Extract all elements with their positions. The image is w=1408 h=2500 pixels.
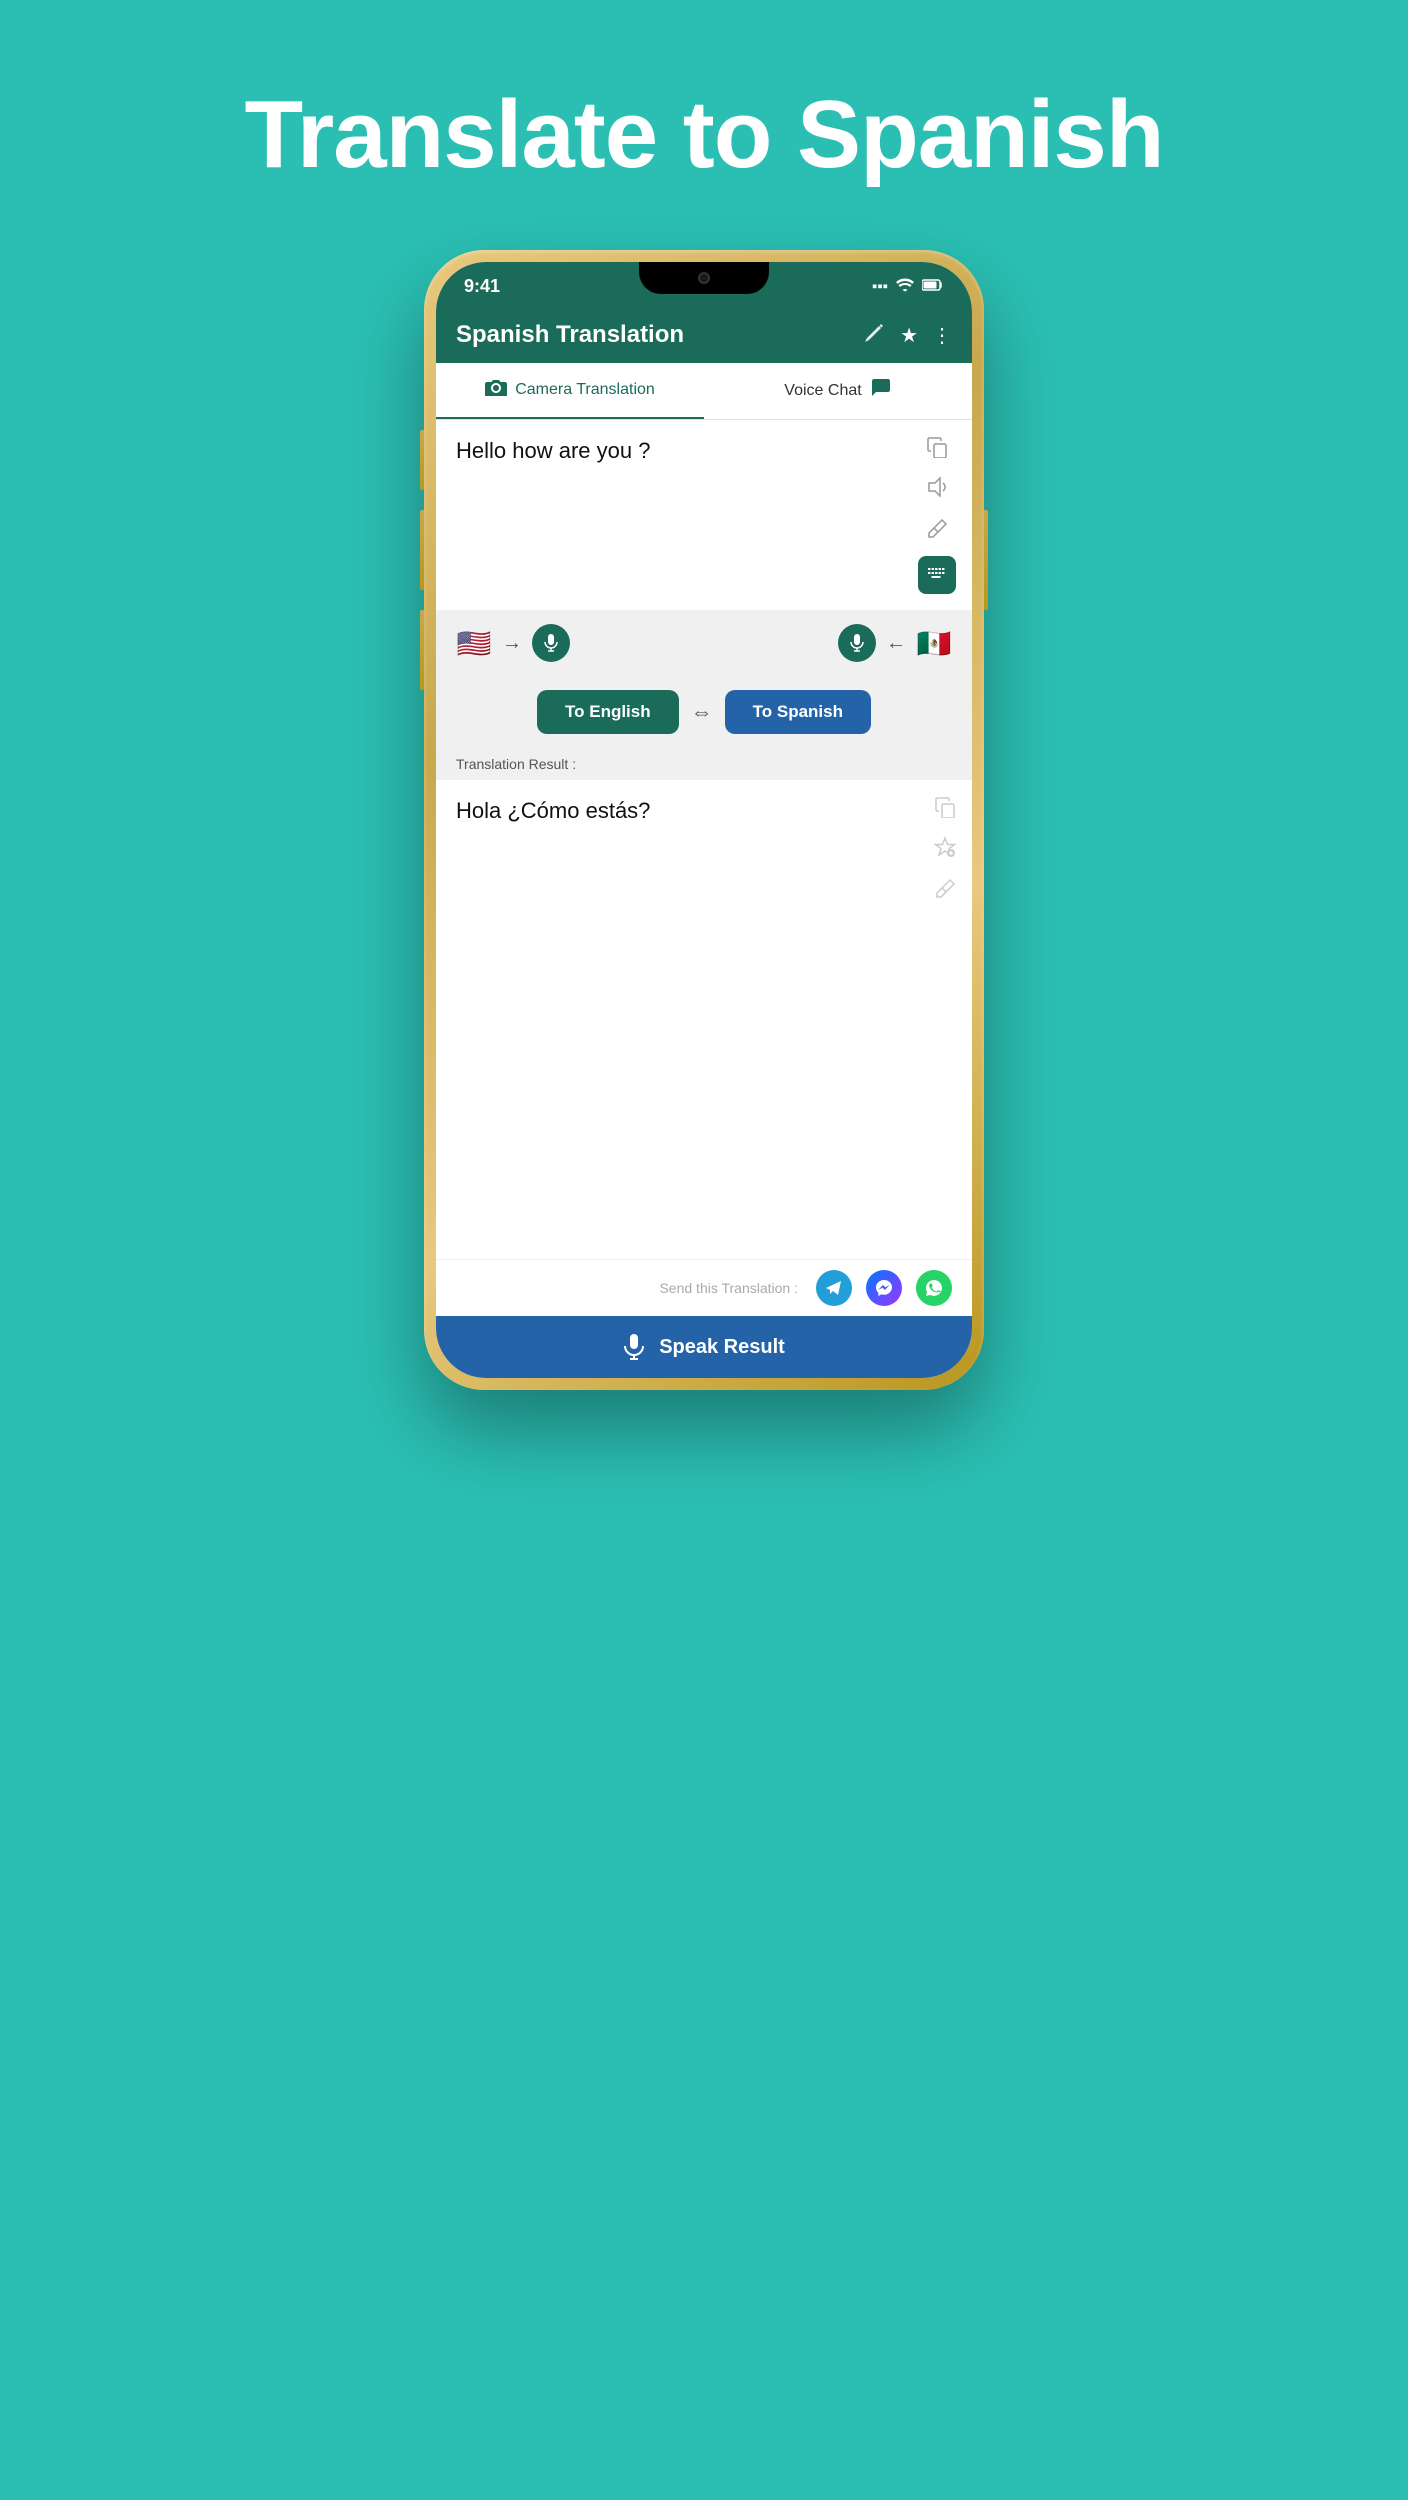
status-icons: ▪▪▪ <box>872 274 944 296</box>
more-icon[interactable]: ⋮ <box>932 323 952 348</box>
copy-icon[interactable] <box>926 436 948 464</box>
send-area: Send this Translation : <box>436 1259 972 1316</box>
battery-icon <box>922 278 944 295</box>
source-lang: 🇺🇸 → <box>456 624 570 662</box>
telegram-button[interactable] <box>816 1270 852 1306</box>
swap-icon[interactable]: ⇔ <box>691 699 713 725</box>
target-arrow: ← <box>886 632 906 655</box>
phone-screen: 9:41 ▪▪▪ Spanish Transla <box>436 262 972 1378</box>
output-area: Hola ¿Cómo estás? <box>436 780 972 1259</box>
input-text: Hello how are you ? <box>456 436 908 594</box>
header-icons: ★ ⋮ <box>864 321 952 349</box>
edit-icon[interactable] <box>864 321 886 349</box>
result-label: Translation Result : <box>436 748 972 780</box>
target-mic-button[interactable] <box>838 624 876 662</box>
input-area: Hello how are you ? <box>436 420 972 610</box>
tab-bar: Camera Translation Voice Chat <box>436 363 972 420</box>
front-camera <box>698 272 710 284</box>
speak-result-button[interactable]: Speak Result <box>436 1316 972 1378</box>
us-flag: 🇺🇸 <box>456 625 492 661</box>
tab-voice-label: Voice Chat <box>784 382 861 400</box>
signal-icon: ▪▪▪ <box>872 278 888 295</box>
side-button-mute <box>420 430 424 490</box>
output-eraser-icon[interactable] <box>934 876 956 904</box>
app-header: Spanish Translation ★ ⋮ <box>436 307 972 363</box>
star-icon[interactable]: ★ <box>900 323 918 348</box>
wifi-icon <box>896 278 914 296</box>
source-mic-button[interactable] <box>532 624 570 662</box>
output-text: Hola ¿Cómo estás? <box>456 796 924 1243</box>
source-arrow: → <box>502 632 522 655</box>
output-copy-icon[interactable] <box>934 796 956 824</box>
camera-icon <box>485 378 507 402</box>
chat-icon <box>870 377 892 405</box>
eraser-icon[interactable] <box>926 516 948 544</box>
input-actions <box>918 436 956 594</box>
speak-result-label: Speak Result <box>659 1336 785 1359</box>
tab-voice-chat[interactable]: Voice Chat <box>704 363 972 419</box>
mx-flag: 🇲🇽 <box>916 625 952 661</box>
to-spanish-button[interactable]: To Spanish <box>725 690 871 734</box>
language-bar: 🇺🇸 → <box>436 610 972 676</box>
side-button-vol-down <box>420 610 424 690</box>
translate-buttons: To English ⇔ To Spanish <box>436 676 972 748</box>
status-time: 9:41 <box>464 272 500 297</box>
page-title: Translate to Spanish <box>245 80 1164 190</box>
speaker-icon[interactable] <box>926 476 948 504</box>
output-star-icon[interactable] <box>934 836 956 864</box>
tab-camera-label: Camera Translation <box>515 381 655 399</box>
output-actions <box>934 796 956 1243</box>
tab-camera-translation[interactable]: Camera Translation <box>436 363 704 419</box>
side-button-power <box>984 510 988 610</box>
whatsapp-button[interactable] <box>916 1270 952 1306</box>
messenger-button[interactable] <box>866 1270 902 1306</box>
keyboard-icon[interactable] <box>918 556 956 594</box>
to-english-button[interactable]: To English <box>537 690 679 734</box>
target-lang: ← 🇲🇽 <box>838 624 952 662</box>
notch <box>639 262 769 294</box>
side-button-vol-up <box>420 510 424 590</box>
app-title: Spanish Translation <box>456 321 684 349</box>
send-label: Send this Translation : <box>659 1280 798 1296</box>
phone-frame: 9:41 ▪▪▪ Spanish Transla <box>424 250 984 1390</box>
status-bar: 9:41 ▪▪▪ <box>436 262 972 307</box>
